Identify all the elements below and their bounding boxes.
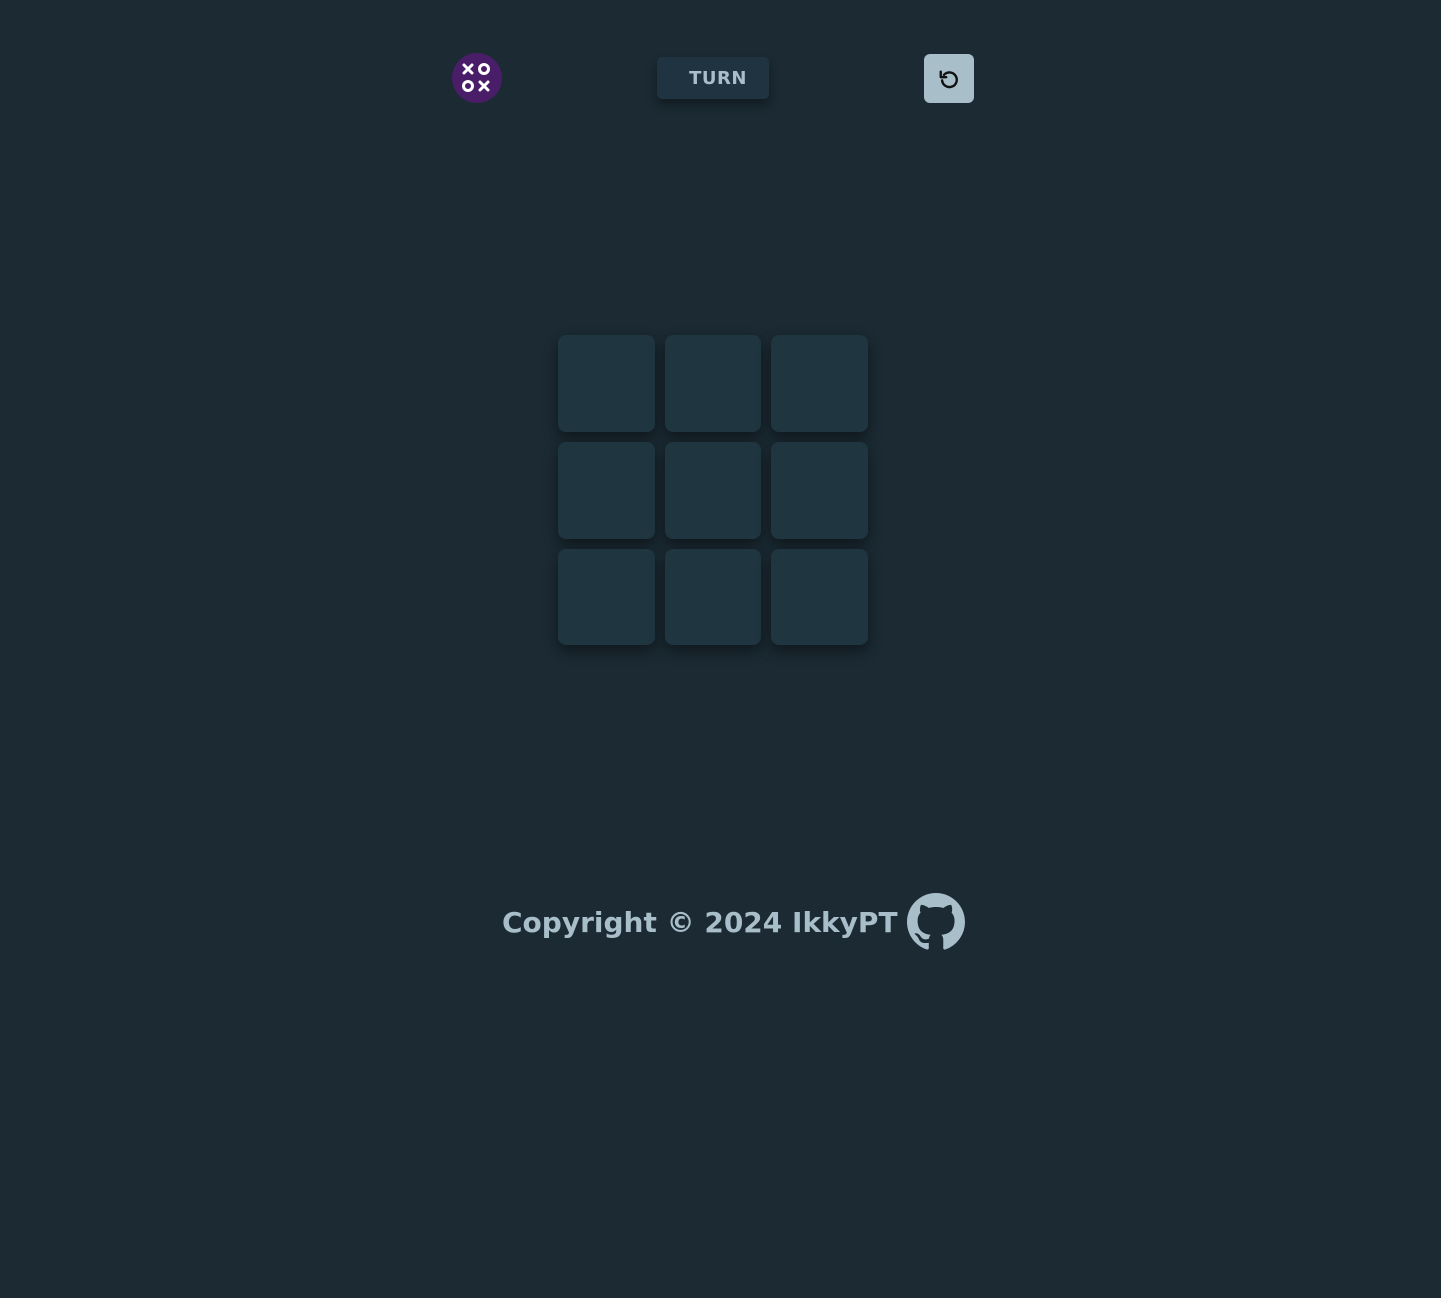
board-cell-4[interactable] bbox=[558, 442, 655, 539]
board-cell-9[interactable] bbox=[771, 549, 868, 645]
game-board bbox=[558, 335, 868, 645]
xo-logo-icon bbox=[452, 53, 502, 103]
xo-logo-glyph bbox=[462, 63, 490, 92]
board-cell-2[interactable] bbox=[665, 335, 761, 432]
turn-label: TURN bbox=[689, 67, 747, 89]
board-cell-7[interactable] bbox=[558, 549, 655, 645]
footer: Copyright © 2024 IkkyPT bbox=[502, 892, 966, 952]
reset-icon bbox=[939, 69, 958, 88]
board-cell-5[interactable] bbox=[665, 442, 761, 539]
board-cell-1[interactable] bbox=[558, 335, 655, 432]
reset-button[interactable] bbox=[924, 54, 974, 103]
board-cell-6[interactable] bbox=[771, 442, 868, 539]
board-cell-8[interactable] bbox=[665, 549, 761, 645]
turn-indicator: TURN bbox=[657, 57, 769, 99]
game-page: TURN Copyright © 2024 IkkyPT bbox=[0, 0, 1441, 1298]
board-cell-3[interactable] bbox=[771, 335, 868, 432]
github-link[interactable] bbox=[906, 892, 966, 952]
github-icon bbox=[906, 893, 965, 950]
copyright-text: Copyright © 2024 IkkyPT bbox=[502, 905, 898, 939]
